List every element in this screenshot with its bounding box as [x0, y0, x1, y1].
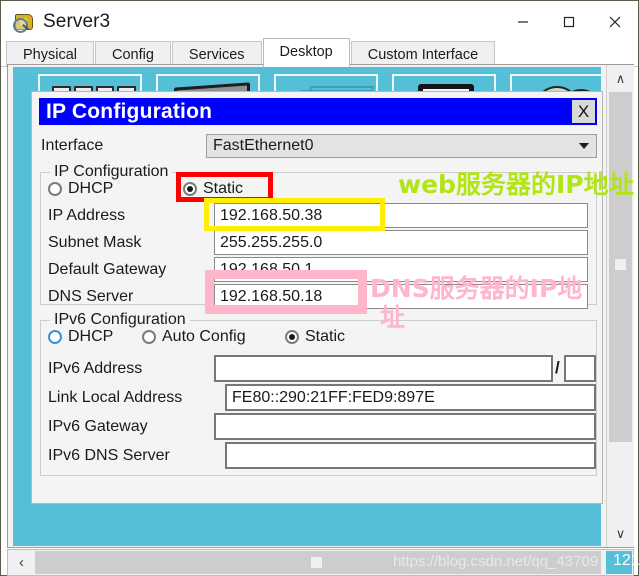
- dialog-title: IP Configuration: [46, 99, 213, 123]
- radio-dot-icon: [48, 330, 62, 344]
- watermark-tail: 121: [613, 552, 639, 569]
- maximize-icon: [563, 16, 575, 27]
- radio-dot-icon: [142, 330, 156, 344]
- scroll-up-arrow-icon[interactable]: ∧: [607, 65, 634, 92]
- minimize-icon: [518, 20, 528, 23]
- minimize-button[interactable]: [500, 1, 546, 42]
- link-local-address-label: Link Local Address: [48, 389, 183, 406]
- scroll-left-arrow-icon[interactable]: ‹: [8, 550, 35, 575]
- ipv6-dhcp-label: DHCP: [68, 328, 114, 345]
- ipv6-gateway-label: IPv6 Gateway: [48, 418, 148, 435]
- subnet-mask-label: Subnet Mask: [48, 234, 142, 251]
- annotation-text-web-server: web服务器的IP地址: [398, 170, 634, 199]
- ipv6-auto-config-label: Auto Config: [162, 328, 246, 345]
- ipv6-auto-config-radio[interactable]: Auto Config: [142, 328, 246, 346]
- ipv6-static-label: Static: [305, 328, 346, 345]
- window-titlebar: Server3: [1, 1, 638, 42]
- window-title: Server3: [43, 10, 111, 32]
- tab-strip: Physical Config Services Desktop Custom …: [1, 37, 638, 67]
- default-gateway-label: Default Gateway: [48, 261, 167, 278]
- interface-dropdown[interactable]: FastEthernet0: [206, 134, 597, 158]
- ipv6-gateway-input[interactable]: [214, 413, 596, 440]
- ip-address-input[interactable]: 192.168.50.38: [214, 203, 588, 228]
- window-controls: [500, 1, 638, 42]
- annotation-text-dns-server-line1: DNS服务器的IP地: [370, 274, 583, 303]
- dns-server-label: DNS Server: [48, 288, 134, 305]
- radio-dot-icon: [48, 182, 62, 196]
- desktop-vertical-scrollbar[interactable]: ∧ ∨: [606, 65, 634, 547]
- close-icon: [609, 16, 621, 27]
- ipv6-group-title: IPv6 Configuration: [50, 311, 190, 329]
- ipv6-static-radio[interactable]: Static: [285, 328, 345, 346]
- ipv4-group-title: IP Configuration: [50, 163, 173, 181]
- ipv4-static-radio[interactable]: Static: [183, 180, 243, 198]
- ipv4-static-label: Static: [203, 180, 244, 197]
- vertical-scroll-grip: [615, 259, 626, 270]
- tab-desktop[interactable]: Desktop: [262, 38, 350, 67]
- ipv4-dhcp-radio[interactable]: DHCP: [48, 180, 113, 198]
- horizontal-scroll-grip: [311, 557, 322, 568]
- radio-dot-selected-icon: [183, 182, 197, 196]
- ipv6-dhcp-radio[interactable]: DHCP: [48, 328, 113, 346]
- ipv6-address-label: IPv6 Address: [48, 360, 143, 377]
- subnet-mask-input[interactable]: 255.255.255.0: [214, 230, 588, 255]
- chevron-down-icon: [579, 143, 589, 149]
- maximize-button[interactable]: [546, 1, 592, 42]
- ipv6-dns-server-input[interactable]: [225, 442, 596, 469]
- desktop-panel: Connector ∧ ∨ IP Configuration X Interfa…: [7, 64, 634, 548]
- ipv6-dns-server-label: IPv6 DNS Server: [48, 447, 170, 464]
- annotation-text-dns-server-line2: 址: [380, 303, 406, 332]
- ipv4-dhcp-label: DHCP: [68, 180, 114, 197]
- server-properties-window: Server3 Physical Config Services Desktop…: [0, 0, 639, 576]
- server-money-icon: [13, 11, 35, 33]
- ipv6-address-input[interactable]: [214, 355, 553, 382]
- interface-label: Interface: [41, 137, 104, 154]
- link-local-address-input[interactable]: FE80::290:21FF:FED9:897E: [225, 384, 596, 411]
- watermark-text: https://blog.csdn.net/qq_43709: [393, 553, 599, 570]
- dialog-close-button[interactable]: X: [571, 99, 596, 124]
- radio-dot-selected-icon: [285, 330, 299, 344]
- vertical-scroll-track[interactable]: [607, 92, 634, 520]
- scroll-down-arrow-icon[interactable]: ∨: [607, 520, 634, 547]
- dialog-titlebar: IP Configuration X: [39, 98, 597, 125]
- ipv6-prefix-separator: /: [555, 358, 560, 377]
- ip-address-label: IP Address: [48, 207, 126, 224]
- interface-value: FastEthernet0: [213, 137, 314, 154]
- ipv6-prefix-input[interactable]: [564, 355, 596, 382]
- close-button[interactable]: [592, 1, 638, 42]
